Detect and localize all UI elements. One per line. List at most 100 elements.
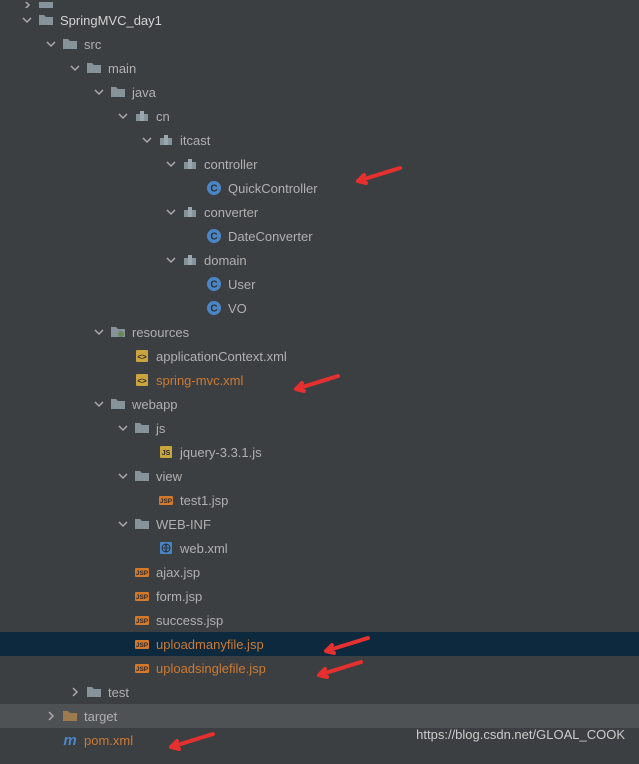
tree-item-jquery[interactable]: jquery-3.3.1.js xyxy=(0,440,639,464)
collapse-down-icon[interactable] xyxy=(44,37,58,51)
tree-item-target[interactable]: target xyxy=(0,704,639,728)
tree-label: js xyxy=(156,421,165,436)
tree-item-resources[interactable]: resources xyxy=(0,320,639,344)
jsp-icon xyxy=(134,612,150,628)
tree-label: SpringMVC_day1 xyxy=(60,13,162,28)
collapse-down-icon[interactable] xyxy=(92,85,106,99)
tree-label: view xyxy=(156,469,182,484)
tree-item-java[interactable]: java xyxy=(0,80,639,104)
tree-label: web.xml xyxy=(180,541,228,556)
tree-item-converter[interactable]: converter xyxy=(0,200,639,224)
tree-label: User xyxy=(228,277,255,292)
tree-label: uploadmanyfile.jsp xyxy=(156,637,264,652)
folder-icon xyxy=(134,420,150,436)
collapse-down-icon[interactable] xyxy=(68,61,82,75)
tree-item-project[interactable]: SpringMVC_day1 xyxy=(0,8,639,32)
tree-label: src xyxy=(84,37,101,52)
maven-icon xyxy=(62,732,78,748)
collapse-down-icon[interactable] xyxy=(116,109,130,123)
tree-item-test[interactable]: test xyxy=(0,680,639,704)
jsp-icon xyxy=(134,564,150,580)
tree-item-domain[interactable]: domain xyxy=(0,248,639,272)
watermark-text: https://blog.csdn.net/GLOAL_COOK xyxy=(416,727,625,742)
tree-label: domain xyxy=(204,253,247,268)
tree-item-vo[interactable]: VO xyxy=(0,296,639,320)
tree-item-itcast[interactable]: itcast xyxy=(0,128,639,152)
tree-item-uploadsingle[interactable]: uploadsinglefile.jsp xyxy=(0,656,639,680)
tree-item-webapp[interactable]: webapp xyxy=(0,392,639,416)
folder-icon xyxy=(134,468,150,484)
class-icon xyxy=(206,228,222,244)
tree-label: success.jsp xyxy=(156,613,223,628)
tree-label: VO xyxy=(228,301,247,316)
tree-item-dateconverter[interactable]: DateConverter xyxy=(0,224,639,248)
tree-label: target xyxy=(84,709,117,724)
tree-label: spring-mvc.xml xyxy=(156,373,243,388)
webxml-icon xyxy=(158,540,174,556)
js-icon xyxy=(158,444,174,460)
collapse-down-icon[interactable] xyxy=(116,469,130,483)
collapse-down-icon[interactable] xyxy=(164,253,178,267)
collapse-down-icon[interactable] xyxy=(140,133,154,147)
collapse-down-icon[interactable] xyxy=(20,13,34,27)
tree-item-ajaxjsp[interactable]: ajax.jsp xyxy=(0,560,639,584)
folder-icon xyxy=(110,84,126,100)
collapse-down-icon[interactable] xyxy=(92,397,106,411)
tree-item-view[interactable]: view xyxy=(0,464,639,488)
tree-item-quickcontroller[interactable]: QuickController xyxy=(0,176,639,200)
tree-item-springmvc[interactable]: spring-mvc.xml xyxy=(0,368,639,392)
folder-icon xyxy=(86,684,102,700)
resources-folder-icon xyxy=(110,324,126,340)
xml-icon xyxy=(134,372,150,388)
collapse-down-icon[interactable] xyxy=(116,517,130,531)
folder-brown-icon xyxy=(62,708,78,724)
tree-item-cn[interactable]: cn xyxy=(0,104,639,128)
tree-label: resources xyxy=(132,325,189,340)
tree-item-test1jsp[interactable]: test1.jsp xyxy=(0,488,639,512)
tree-item-src[interactable]: src xyxy=(0,32,639,56)
tree-label: converter xyxy=(204,205,258,220)
xml-icon xyxy=(134,348,150,364)
collapse-down-icon[interactable] xyxy=(164,157,178,171)
folder-icon xyxy=(134,516,150,532)
tree-item-user[interactable]: User xyxy=(0,272,639,296)
collapse-down-icon[interactable] xyxy=(116,421,130,435)
tree-label: test1.jsp xyxy=(180,493,228,508)
package-icon xyxy=(182,204,198,220)
project-tree: SpringMVC_day1 src main java cn itcast c… xyxy=(0,0,639,752)
tree-item-js[interactable]: js xyxy=(0,416,639,440)
tree-label: webapp xyxy=(132,397,178,412)
tree-label: uploadsinglefile.jsp xyxy=(156,661,266,676)
tree-label: ajax.jsp xyxy=(156,565,200,580)
folder-icon xyxy=(62,36,78,52)
package-icon xyxy=(182,252,198,268)
folder-icon xyxy=(110,396,126,412)
tree-item-uploadmany[interactable]: uploadmanyfile.jsp xyxy=(0,632,639,656)
tree-label: QuickController xyxy=(228,181,318,196)
tree-label: test xyxy=(108,685,129,700)
package-icon xyxy=(182,156,198,172)
tree-item-successjsp[interactable]: success.jsp xyxy=(0,608,639,632)
tree-label: cn xyxy=(156,109,170,124)
class-icon xyxy=(206,300,222,316)
tree-label: WEB-INF xyxy=(156,517,211,532)
package-icon xyxy=(158,132,174,148)
package-icon xyxy=(134,108,150,124)
tree-label: jquery-3.3.1.js xyxy=(180,445,262,460)
collapse-right-icon[interactable] xyxy=(68,685,82,699)
tree-item-webinf[interactable]: WEB-INF xyxy=(0,512,639,536)
collapse-down-icon[interactable] xyxy=(164,205,178,219)
jsp-icon xyxy=(134,588,150,604)
tree-item-controller[interactable]: controller xyxy=(0,152,639,176)
tree-item-formjsp[interactable]: form.jsp xyxy=(0,584,639,608)
class-icon xyxy=(206,180,222,196)
class-icon xyxy=(206,276,222,292)
jsp-icon xyxy=(134,660,150,676)
tree-item-applicationcontext[interactable]: applicationContext.xml xyxy=(0,344,639,368)
tree-label: pom.xml xyxy=(84,733,133,748)
tree-item-main[interactable]: main xyxy=(0,56,639,80)
tree-item-webxml[interactable]: web.xml xyxy=(0,536,639,560)
collapse-right-icon[interactable] xyxy=(44,709,58,723)
collapse-down-icon[interactable] xyxy=(92,325,106,339)
tree-label: applicationContext.xml xyxy=(156,349,287,364)
